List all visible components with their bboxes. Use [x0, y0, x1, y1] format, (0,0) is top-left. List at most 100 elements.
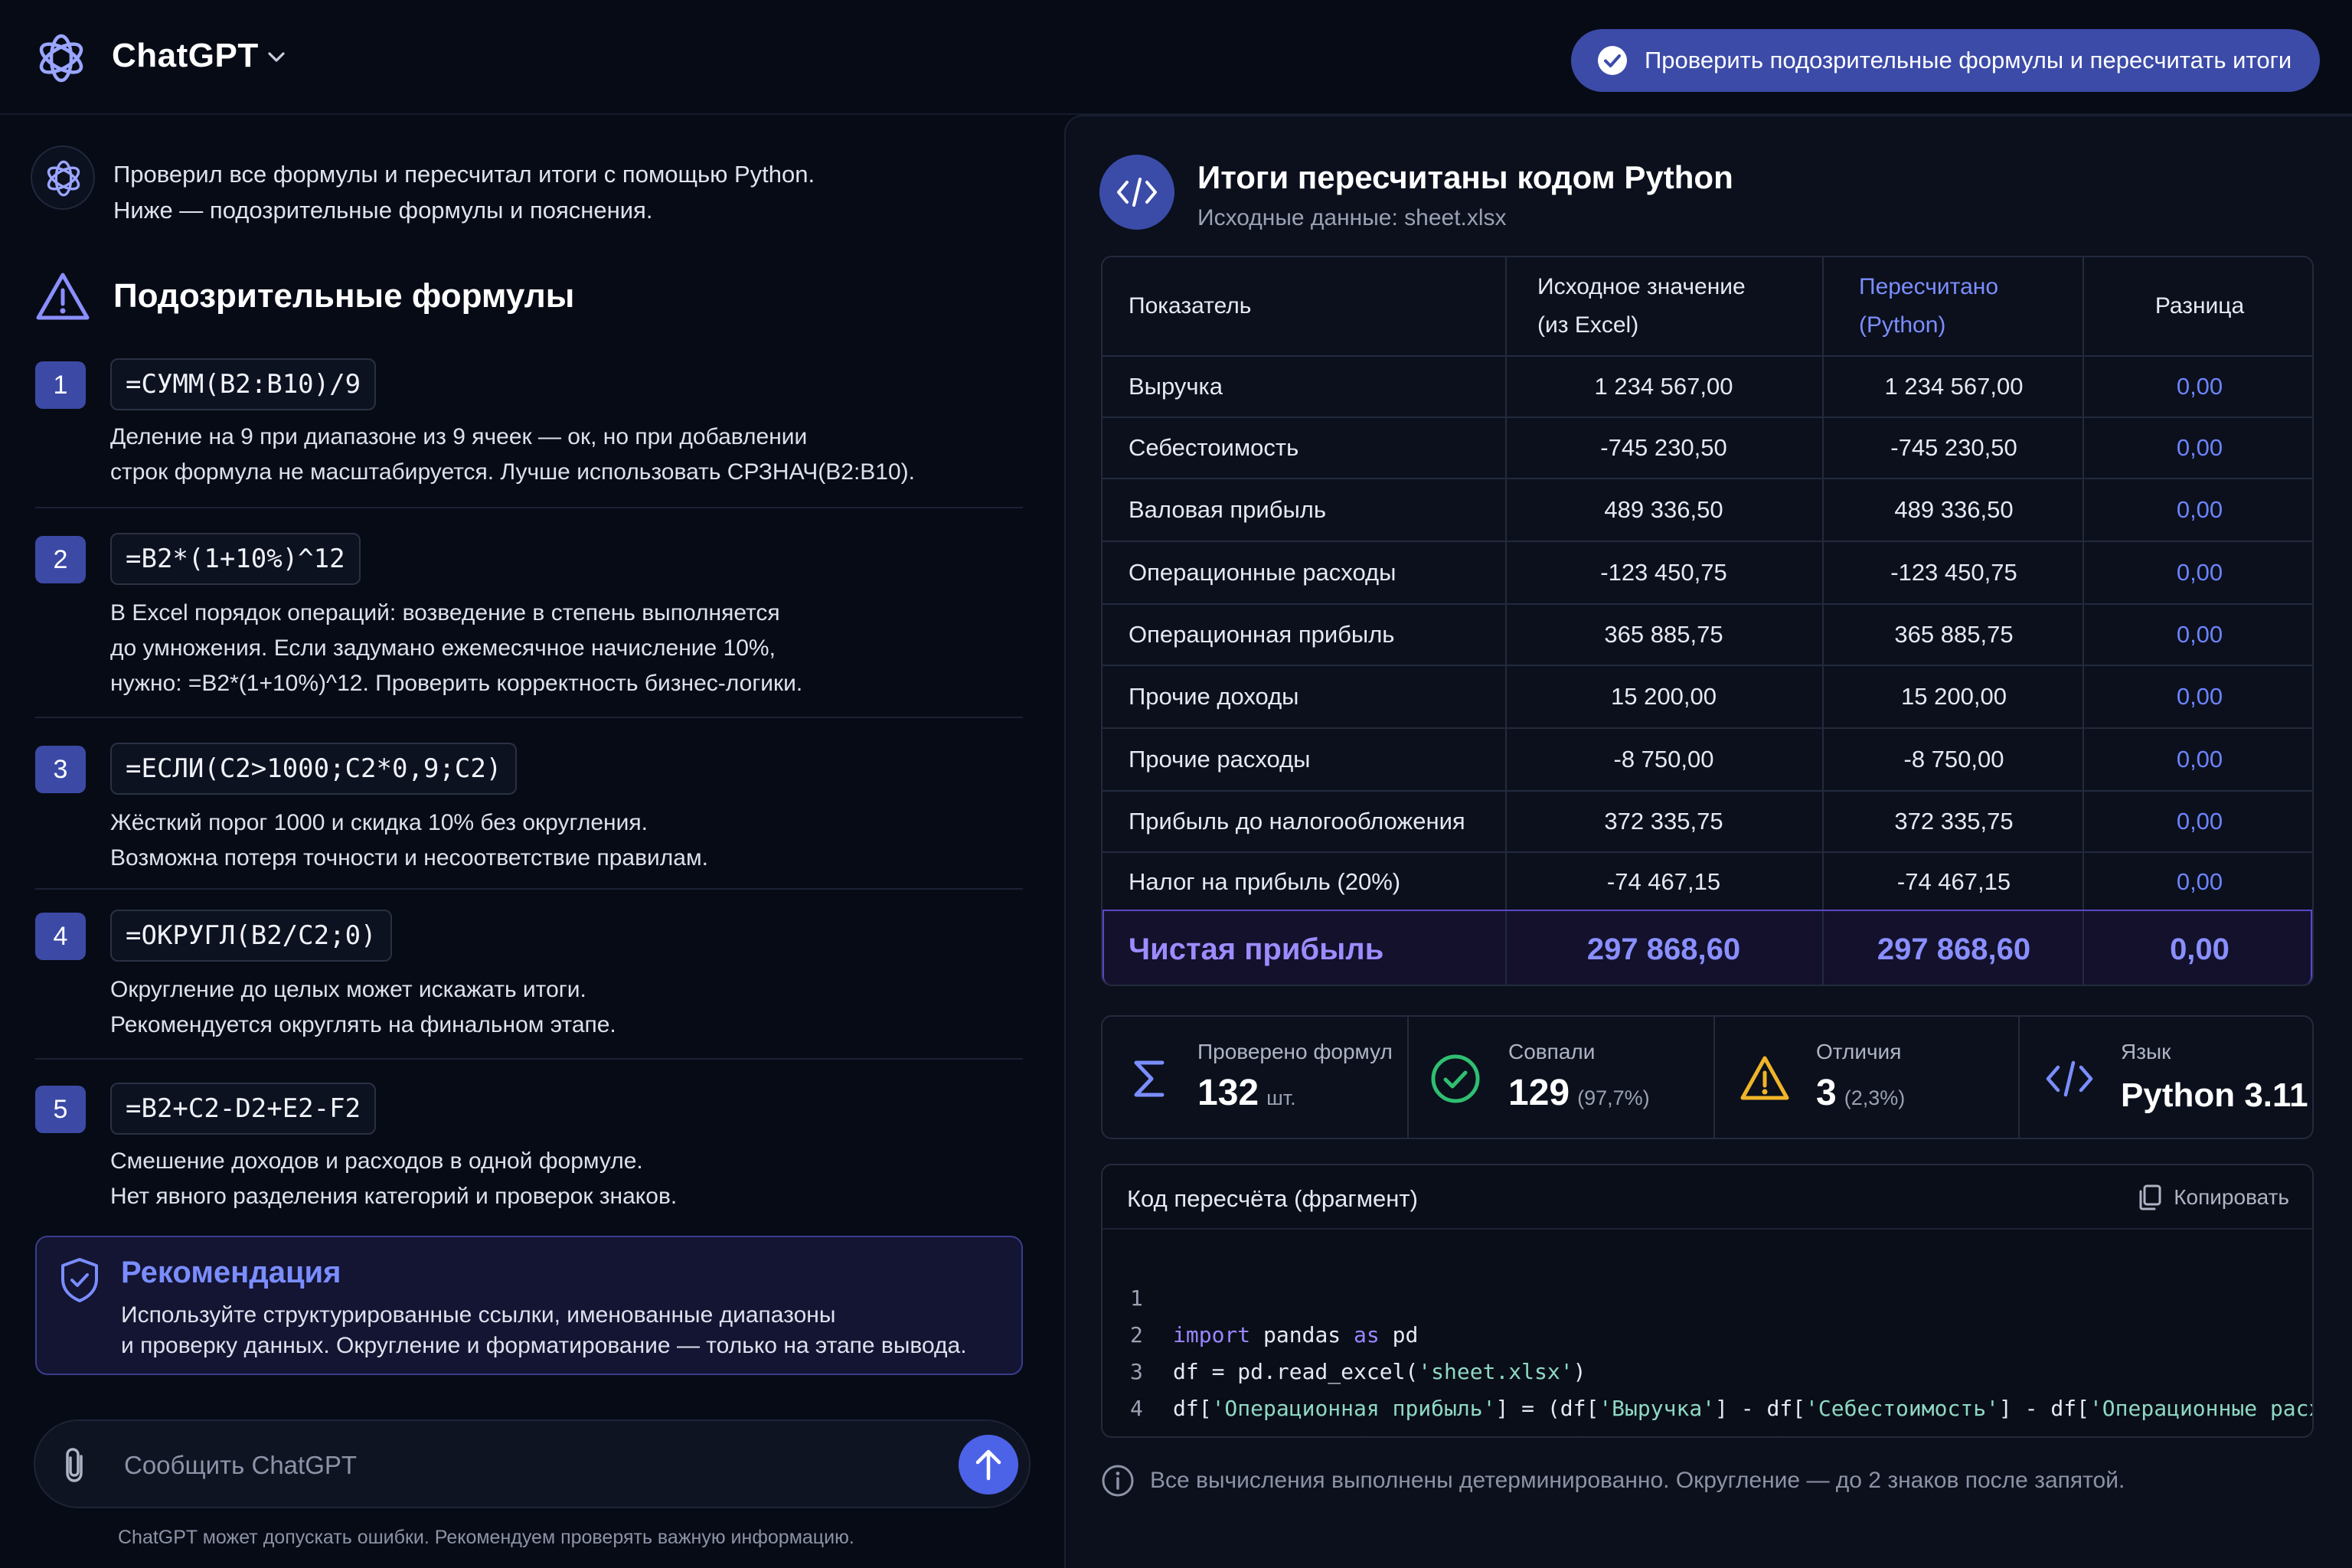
- stat-suffix: шт.: [1266, 1086, 1296, 1109]
- table-row: Операционные расходы -123 450,75 -123 45…: [1102, 542, 2312, 603]
- formula-code: =ЕСЛИ(C2>1000;C2*0,9;C2): [110, 743, 518, 795]
- stat-value: 132: [1197, 1073, 1259, 1113]
- message-input[interactable]: [124, 1441, 890, 1490]
- divider: [35, 1058, 1023, 1060]
- divider: [35, 717, 1023, 718]
- table-row: Прочие доходы 15 200,00 15 200,00 0,00: [1102, 666, 2312, 727]
- item-number-badge: 1: [35, 361, 86, 409]
- cell-recalculated: -8 750,00: [1903, 746, 2004, 773]
- cell-difference: 0,00: [2176, 496, 2223, 523]
- code-block-header: Код пересчёта (фрагмент) Копировать: [1102, 1165, 2312, 1230]
- divider: [2082, 257, 2084, 985]
- divider: [2018, 1017, 2020, 1138]
- verify-formulas-button[interactable]: Проверить подозрительные формулы и перес…: [1571, 29, 2320, 92]
- cell-indicator: Налог на прибыль (20%): [1129, 868, 1401, 895]
- code-badge: [1099, 155, 1174, 230]
- stat-language: Язык Python 3.11: [2018, 1017, 2312, 1138]
- copy-button[interactable]: Копировать: [2137, 1184, 2289, 1211]
- info-icon: [1102, 1465, 1134, 1497]
- table-row: Налог на прибыль (20%) -74 467,15 -74 46…: [1102, 853, 2312, 911]
- line-number: 5: [1130, 1427, 1153, 1436]
- assistant-message-intro: Проверил все формулы и пересчитал итоги …: [113, 161, 815, 224]
- divider: [1713, 1017, 1715, 1138]
- openai-logo-icon: [47, 160, 80, 197]
- verify-formulas-label: Проверить подозрительные формулы и перес…: [1645, 47, 2292, 74]
- copy-icon: [2139, 1184, 2161, 1210]
- cell-difference: 0,00: [2176, 621, 2223, 648]
- stat-value: 3: [1816, 1073, 1837, 1113]
- copy-label: Копировать: [2174, 1185, 2289, 1209]
- cell-recalculated: 372 335,75: [1894, 808, 2014, 835]
- chevron-down-icon[interactable]: [265, 46, 288, 69]
- item-number-badge: 5: [35, 1086, 86, 1133]
- cell-indicator: Прочие доходы: [1129, 683, 1299, 710]
- header-indicator: Показатель: [1129, 293, 1252, 318]
- formula-code: =СУММ(B2:B10)/9: [110, 358, 377, 410]
- cell-original: -8 750,00: [1613, 746, 1714, 773]
- recommendation-body: Используйте структурированные ссылки, им…: [121, 1302, 967, 1358]
- table-row: Валовая прибыль 489 336,50 489 336,50 0,…: [1102, 479, 2312, 541]
- formula-description: Жёсткий порог 1000 и скидка 10% без окру…: [110, 810, 708, 871]
- panel-title: Итоги пересчитаны кодом Python: [1197, 159, 1733, 195]
- paperclip-icon[interactable]: [58, 1446, 95, 1485]
- code-block: Код пересчёта (фрагмент) Копировать 1 im…: [1101, 1164, 2314, 1438]
- stat-label: Проверено формул: [1197, 1040, 1393, 1063]
- cell-indicator: Прочие расходы: [1129, 746, 1311, 773]
- cell-indicator: Операционные расходы: [1129, 559, 1396, 586]
- cell-original: -74 467,15: [1606, 868, 1721, 895]
- message-composer: [34, 1419, 1031, 1508]
- code-text: df['Чистая прибыль'] = (df['Прибыль до н…: [1173, 1427, 2193, 1436]
- total-difference: 0,00: [2170, 932, 2230, 966]
- cell-original: 15 200,00: [1611, 683, 1717, 710]
- cell-difference: 0,00: [2176, 683, 2223, 710]
- panel-subtitle: Исходные данные: sheet.xlsx: [1197, 205, 1507, 230]
- stat-label: Отличия: [1816, 1040, 1902, 1063]
- cell-original: -123 450,75: [1600, 559, 1727, 586]
- openai-logo-icon[interactable]: [34, 31, 89, 86]
- code-line: 5 df: [1102, 1390, 2312, 1436]
- formula-description: Округление до целых может искажать итоги…: [110, 977, 616, 1037]
- formula-description: В Excel порядок операций: возведение в с…: [110, 600, 803, 696]
- model-selector-label[interactable]: ChatGPT: [112, 37, 259, 75]
- formula-code: =B2+C2-D2+E2-F2: [110, 1083, 377, 1135]
- cell-recalculated: 15 200,00: [1901, 683, 2007, 710]
- disclaimer-text: ChatGPT может допускать ошибки. Рекоменд…: [118, 1527, 854, 1548]
- section-title: Подозрительные формулы: [113, 277, 575, 315]
- formula-description: Деление на 9 при диапазоне из 9 ячеек — …: [110, 424, 915, 485]
- table-row: Прочие расходы -8 750,00 -8 750,00 0,00: [1102, 729, 2312, 790]
- code-icon: [1117, 178, 1157, 207]
- arrow-up-icon: [975, 1449, 1001, 1481]
- cell-recalculated: -745 230,50: [1890, 434, 2017, 461]
- cell-indicator: Валовая прибыль: [1129, 496, 1326, 523]
- send-button[interactable]: [959, 1435, 1018, 1494]
- recommendation-card: Рекомендация Используйте структурированн…: [35, 1236, 1023, 1375]
- cell-original: 365 885,75: [1604, 621, 1723, 648]
- table-total-row: Чистая прибыль 297 868,60 297 868,60 0,0…: [1102, 911, 2312, 985]
- cell-original: 1 234 567,00: [1594, 373, 1733, 400]
- total-original: 297 868,60: [1586, 932, 1741, 966]
- stat-checked: Проверено формул 132 шт.: [1102, 1017, 1407, 1138]
- stats-bar: Проверено формул 132 шт. Совпали 129 (97,7…: [1101, 1015, 2314, 1139]
- footnote: Все вычисления выполнены детерминированн…: [1101, 1464, 2125, 1498]
- stat-value: Python 3.11: [2121, 1076, 2308, 1114]
- divider: [35, 507, 1023, 508]
- code-line: 4 df['Чистая прибыль'] = (df['Прибыль до…: [1102, 1354, 2312, 1436]
- total-recalculated: 297 868,60: [1877, 932, 2031, 966]
- divider: [1505, 257, 1507, 985]
- cell-difference: 0,00: [2176, 434, 2223, 461]
- stat-differences: Отличия 3 (2,3%): [1713, 1017, 2018, 1138]
- cell-original: 372 335,75: [1604, 808, 1723, 835]
- cell-difference: 0,00: [2176, 868, 2223, 895]
- table-row: Себестоимость -745 230,50 -745 230,50 0,…: [1102, 418, 2312, 478]
- assistant-avatar: [31, 145, 95, 210]
- code-line: 3 df['Операционная прибыль'] = (df['Выру…: [1102, 1317, 2312, 1421]
- header-recalculated: Пересчитано (Python): [1859, 274, 1999, 338]
- results-table: Показатель Исходное значение (из Excel) …: [1101, 256, 2314, 986]
- cell-indicator: Прибыль до налогообложения: [1129, 808, 1465, 835]
- stat-label: Язык: [2121, 1040, 2171, 1063]
- check-circle-icon: [1598, 46, 1627, 75]
- warning-icon: [1740, 1056, 1789, 1100]
- cell-difference: 0,00: [2176, 746, 2223, 773]
- cell-recalculated: 489 336,50: [1894, 496, 2014, 523]
- table-row: Выручка 1 234 567,00 1 234 567,00 0,00: [1102, 357, 2312, 416]
